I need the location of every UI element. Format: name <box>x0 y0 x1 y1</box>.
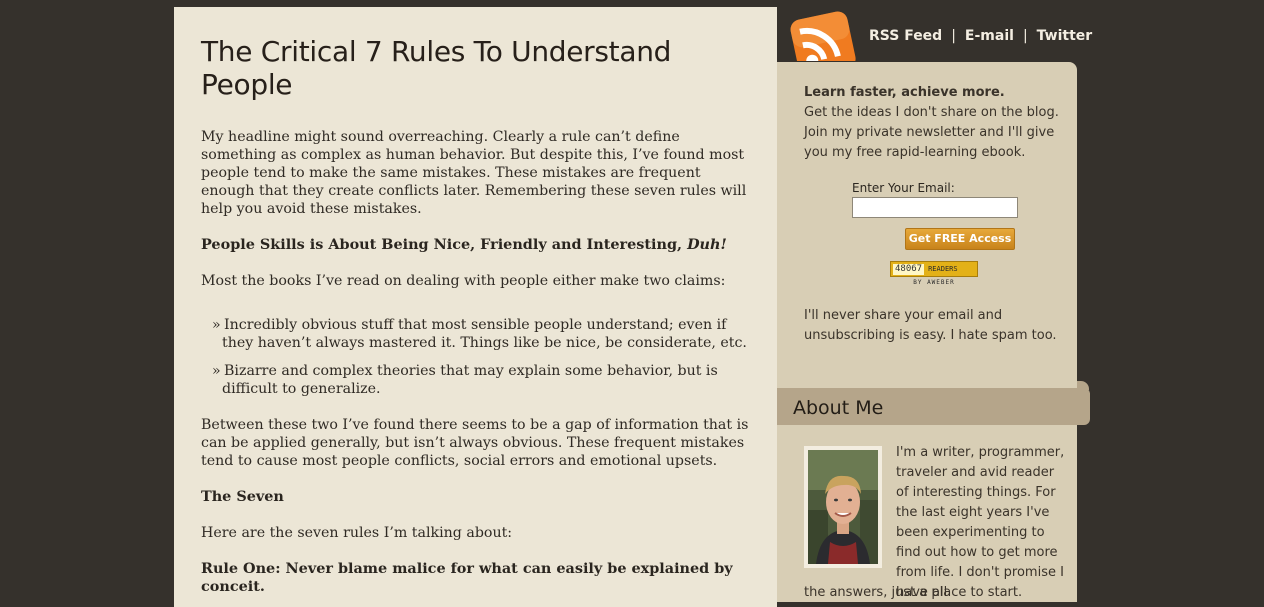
reader-count-bar: 48067 READERS <box>890 261 978 277</box>
gap-paragraph: Between these two I’ve found there seems… <box>201 417 749 469</box>
newsletter-lead: Learn faster, achieve more. <box>804 85 1005 100</box>
article: The Critical 7 Rules To Understand Peopl… <box>174 7 777 607</box>
intro-paragraph: My headline might sound overreaching. Cl… <box>201 129 747 217</box>
about-me-heading: About Me <box>777 388 1090 425</box>
section-heading-people-skills: People Skills is About Being Nice, Frien… <box>201 236 750 254</box>
heading-emphasis: Duh! <box>687 236 727 253</box>
email-input[interactable] <box>852 197 1018 218</box>
rss-feed-link[interactable]: RSS Feed <box>869 28 942 44</box>
list-item-text: Incredibly obvious stuff that most sensi… <box>222 317 747 351</box>
get-free-access-button[interactable]: Get FREE Access <box>905 228 1015 250</box>
twitter-link[interactable]: Twitter <box>1037 28 1093 44</box>
reader-count: 48067 <box>893 263 925 275</box>
avatar <box>804 446 882 568</box>
list-item: » Bizarre and complex theories that may e… <box>212 362 750 398</box>
newsletter-body: Get the ideas I don't share on the blog.… <box>804 105 1059 160</box>
about-text-continued: the answers, just a place to start. <box>804 585 1023 600</box>
rules-intro-paragraph: Here are the seven rules I’m talking abo… <box>201 525 513 541</box>
claims-list: » Incredibly obvious stuff that most sens… <box>201 308 750 398</box>
newsletter-pitch: Learn faster, achieve more. Get the idea… <box>804 83 1074 163</box>
aweber-reader-badge: 48067 READERS BY AWEBER <box>890 261 978 288</box>
bullet-icon: » <box>212 317 221 333</box>
nav-separator: | <box>951 28 956 44</box>
claims-paragraph: Most the books I’ve read on dealing with… <box>201 273 726 289</box>
top-navigation: RSS Feed | E-mail | Twitter <box>869 28 1092 44</box>
readers-label: READERS <box>928 265 958 273</box>
email-label: Enter Your Email: <box>852 181 955 195</box>
by-aweber-label: BY AWEBER <box>913 279 955 286</box>
about-text: I'm a writer, programmer, traveler and a… <box>896 445 1065 600</box>
nav-separator: | <box>1022 28 1028 44</box>
list-item: » Incredibly obvious stuff that most sens… <box>212 316 750 352</box>
author-photo <box>808 450 878 564</box>
heading-text: People Skills is About Being Nice, Frien… <box>201 236 688 253</box>
bullet-icon: » <box>212 363 221 379</box>
rss-icon[interactable] <box>788 9 858 61</box>
article-title: The Critical 7 Rules To Understand Peopl… <box>201 35 672 101</box>
email-link[interactable]: E-mail <box>965 28 1014 44</box>
list-item-text: Bizarre and complex theories that may ex… <box>222 363 718 397</box>
privacy-note: I'll never share your email and unsubscr… <box>804 308 1057 343</box>
section-heading-the-seven: The Seven <box>201 488 284 505</box>
